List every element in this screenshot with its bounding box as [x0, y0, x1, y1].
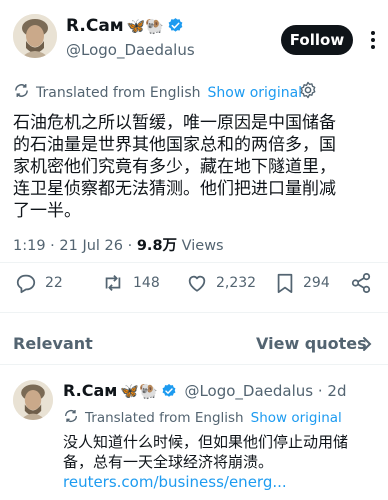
bookmark-button[interactable]: 294 — [275, 272, 330, 294]
heart-icon — [188, 275, 206, 292]
more-options-icon[interactable] — [363, 28, 383, 52]
translated-label: Translated from English — [36, 84, 201, 101]
bookmark-icon — [277, 273, 293, 294]
bookmark-count: 294 — [303, 275, 330, 291]
translation-row: Translated from English Show original — [13, 82, 302, 103]
reply-link[interactable]: reuters.com/business/energ... — [63, 473, 287, 491]
reply-text-line: 没人知道什么时候，但如果他们停止动用储 — [63, 433, 349, 451]
translation-settings-icon[interactable] — [299, 81, 317, 103]
reply-icon — [16, 274, 36, 294]
reply-translated-label: Translated from English — [85, 410, 244, 426]
post-meta: 1:19 · 21 Jul 26 · 9.8万 Views — [13, 234, 224, 255]
views-label: Views — [181, 238, 224, 254]
divider — [0, 364, 388, 365]
reply-text: 没人知道什么时候，但如果他们停止动用储 备，总有一天全球经济将崩溃。 — [63, 432, 348, 472]
follow-button[interactable]: Follow — [281, 25, 353, 55]
verified-badge-icon — [161, 383, 177, 403]
meta-separator: · — [127, 238, 133, 254]
share-button[interactable] — [350, 272, 380, 294]
like-button[interactable]: 2,232 — [186, 272, 256, 294]
reply-author-name[interactable]: R.Cам — [63, 381, 117, 400]
view-quotes-link[interactable]: View quotes — [256, 334, 367, 353]
reply-handle[interactable]: @Logo_Daedalus — [184, 382, 313, 400]
post-time[interactable]: 1:19 — [13, 238, 46, 254]
translate-icon — [63, 408, 79, 428]
reply-author-emoji: 🦋🐏 — [120, 382, 158, 400]
reply-header: R.Cам 🦋🐏 @Logo_Daedalus · 2d — [63, 381, 347, 403]
post-text-line: 连卫星侦察都无法猜测。他们把进口量削减 — [13, 179, 336, 199]
reply-translation-row: Translated from English Show original — [63, 408, 342, 428]
chevron-right-icon[interactable] — [361, 336, 373, 356]
post-text-line: 了一半。 — [13, 201, 81, 221]
reply-button[interactable]: 22 — [15, 272, 63, 294]
show-original-link[interactable]: Show original — [208, 85, 303, 101]
repost-count: 148 — [133, 275, 160, 291]
like-count: 2,232 — [216, 275, 257, 291]
reply-author-avatar[interactable] — [13, 380, 53, 420]
action-bar: 22 148 2,232 294 — [0, 272, 388, 300]
author-handle[interactable]: @Logo_Daedalus — [66, 41, 195, 59]
reply-age: · 2d — [317, 382, 347, 400]
divider — [0, 262, 388, 263]
repost-icon — [105, 275, 121, 291]
share-icon — [351, 272, 371, 294]
post-text-line: 的石油量是世界其他国家总和的两倍多，国 — [13, 135, 336, 155]
post-text: 石油危机之所以暂缓，唯一原因是中国储备 的石油量是世界其他国家总和的两倍多，国 … — [13, 112, 385, 222]
post-text-line: 石油危机之所以暂缓，唯一原因是中国储备 — [13, 113, 336, 133]
verified-badge-icon — [167, 17, 184, 39]
post-text-line: 家机密他们究竟有多少，藏在地下隧道里， — [13, 157, 336, 177]
author-avatar[interactable] — [13, 14, 57, 58]
reply-text-line: 备，总有一天全球经济将崩溃。 — [63, 453, 274, 471]
meta-separator: · — [50, 238, 55, 254]
post-date[interactable]: 21 Jul 26 — [59, 238, 123, 254]
divider — [0, 312, 388, 313]
bust-portrait-icon — [13, 380, 53, 420]
reply-count: 22 — [45, 275, 63, 291]
bust-portrait-icon — [13, 14, 57, 58]
translate-icon — [13, 82, 30, 103]
author-name-row[interactable]: R.Cам 🦋🐏 — [66, 16, 184, 39]
author-name[interactable]: R.Cам — [66, 16, 124, 36]
sort-relevant-dropdown[interactable]: Relevant — [13, 334, 93, 353]
repost-button[interactable]: 148 — [101, 272, 160, 294]
views-count: 9.8万 — [136, 238, 178, 254]
reply-show-original-link[interactable]: Show original — [251, 410, 342, 426]
author-emoji: 🦋🐏 — [126, 17, 165, 35]
